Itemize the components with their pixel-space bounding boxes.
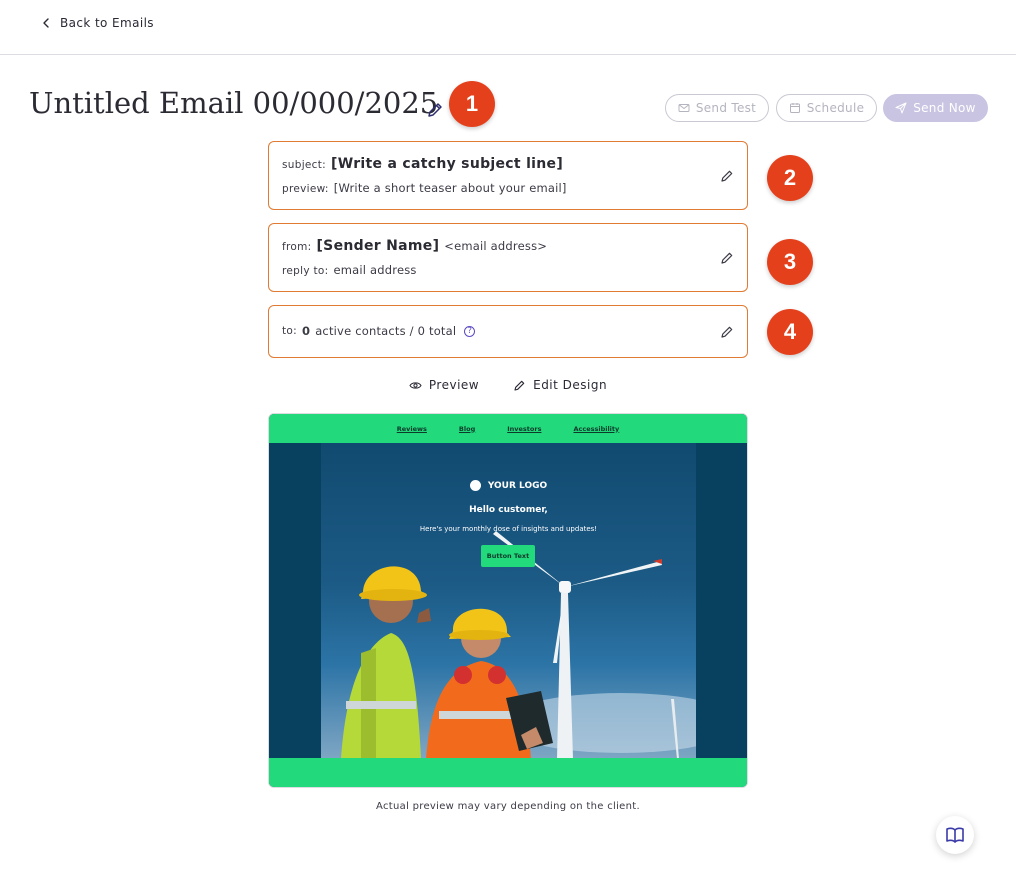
logo-circle-icon	[469, 480, 481, 491]
send-test-button[interactable]: Send Test	[665, 94, 769, 122]
email-nav-bar: Reviews Blog Investors Accessibility	[269, 414, 747, 443]
preview-value: [Write a short teaser about your email]	[333, 181, 567, 195]
edit-design-label: Edit Design	[533, 378, 608, 392]
email-footer-bar	[269, 758, 747, 787]
email-preview: Reviews Blog Investors Accessibility YOU…	[268, 413, 748, 788]
step-marker-1: 1	[449, 81, 495, 127]
email-greeting: Hello customer,	[469, 505, 548, 515]
logo-text: YOUR LOGO	[487, 480, 548, 491]
edit-sender-pencil-icon[interactable]	[719, 250, 735, 266]
pencil-icon	[514, 380, 525, 391]
calendar-icon	[789, 103, 800, 113]
sender-email: <email address>	[444, 239, 548, 253]
email-nav-link[interactable]: Investors	[507, 425, 541, 433]
back-label: Back to Emails	[60, 16, 154, 30]
preview-disclaimer: Actual preview may vary depending on the…	[376, 801, 640, 812]
subject-card[interactable]: subject: [Write a catchy subject line] p…	[268, 141, 748, 210]
edit-recipients-pencil-icon[interactable]	[719, 324, 735, 340]
preview-label: Preview	[428, 378, 480, 392]
schedule-button[interactable]: Schedule	[776, 94, 877, 122]
preview-label: preview:	[282, 183, 329, 195]
reply-to-label: reply to:	[282, 265, 329, 277]
edit-title-pencil-icon[interactable]	[425, 100, 445, 120]
top-bar: Back to Emails	[0, 0, 1016, 55]
recipients-card[interactable]: to: 0 active contacts / 0 total ?	[268, 305, 748, 358]
send-test-label: Send Test	[695, 101, 757, 115]
page-title: Untitled Email 00/000/2025	[29, 86, 439, 120]
book-icon	[946, 827, 964, 843]
email-nav-link[interactable]: Blog	[459, 425, 475, 433]
email-nav-link[interactable]: Accessibility	[573, 425, 619, 433]
email-subtitle: Here's your monthly dose of insights and…	[419, 525, 598, 533]
step-marker-3: 3	[767, 239, 813, 285]
help-circle-icon[interactable]: ?	[464, 325, 476, 337]
email-nav-link[interactable]: Reviews	[397, 425, 427, 433]
contacts-summary: active contacts / 0 total	[315, 324, 457, 338]
send-now-button[interactable]: Send Now	[883, 94, 988, 122]
chevron-left-icon	[43, 18, 49, 28]
subject-label: subject:	[282, 159, 326, 171]
send-icon	[895, 102, 907, 114]
preview-actions: Preview Edit Design	[268, 378, 748, 392]
active-contacts-count: 0	[301, 324, 311, 338]
back-to-emails-link[interactable]: Back to Emails	[40, 16, 154, 30]
edit-design-button[interactable]: Edit Design	[513, 378, 607, 392]
step-marker-4: 4	[767, 309, 813, 355]
step-marker-2: 2	[767, 155, 813, 201]
reply-to-value: email address	[333, 263, 417, 277]
email-cta-button[interactable]: Button Text	[481, 545, 535, 567]
edit-subject-pencil-icon[interactable]	[719, 168, 735, 184]
send-now-label: Send Now	[913, 101, 976, 115]
to-label: to:	[282, 325, 297, 337]
subject-value: [Write a catchy subject line]	[331, 156, 564, 172]
sender-card[interactable]: from: [Sender Name] <email address> repl…	[268, 223, 748, 292]
sender-name: [Sender Name]	[316, 238, 440, 254]
email-logo: YOUR LOGO	[321, 480, 696, 491]
preview-button[interactable]: Preview	[409, 378, 479, 392]
from-label: from:	[282, 241, 312, 253]
help-docs-button[interactable]	[936, 816, 974, 854]
mail-icon	[678, 104, 690, 112]
schedule-label: Schedule	[806, 101, 865, 115]
eye-icon	[409, 381, 422, 389]
email-hero: YOUR LOGO Hello customer, Here's your mo…	[321, 443, 696, 759]
